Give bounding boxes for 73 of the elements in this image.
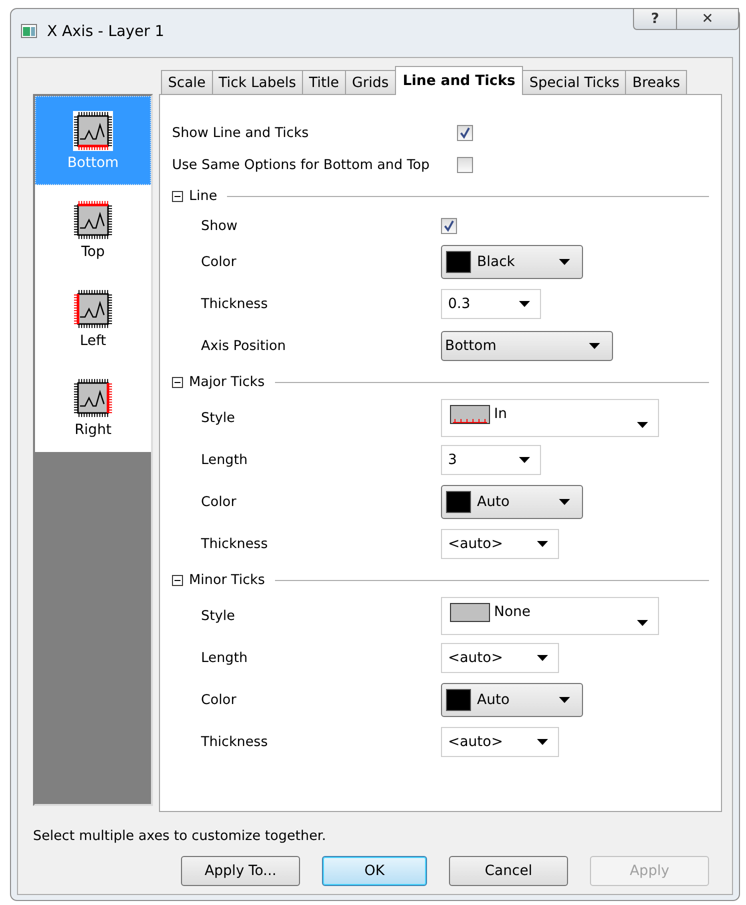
field-label: Color (201, 692, 238, 708)
caret-icon (537, 655, 548, 661)
field-label: Length (201, 650, 249, 666)
axis-chart-icon (73, 378, 113, 418)
axis-label: Right (74, 422, 112, 438)
field-label: Axis Position (201, 338, 287, 354)
tab[interactable]: Special Ticks (522, 70, 626, 94)
field-label: Thickness (201, 296, 269, 312)
color-dropdown[interactable]: Black (441, 245, 583, 279)
window-title: X Axis - Layer 1 (47, 22, 164, 40)
style-dropdown[interactable]: In (441, 399, 659, 437)
tick-style-icon (450, 404, 490, 424)
caret-icon (537, 739, 548, 745)
caret-icon (589, 343, 600, 349)
help-button[interactable]: ? (633, 8, 677, 30)
axis-item[interactable]: Left (35, 274, 151, 363)
dialog-button[interactable]: Cancel (449, 856, 568, 886)
group-title: Major Ticks (189, 374, 265, 390)
caret-icon (537, 541, 548, 547)
combo-box[interactable]: <auto> (441, 529, 559, 559)
tab[interactable]: Grids (345, 70, 396, 94)
tick-style-icon (450, 602, 490, 622)
caret-icon (637, 422, 648, 428)
combo-box[interactable]: 3 (441, 445, 541, 475)
group-title: Line (189, 188, 218, 204)
tab[interactable]: Scale (161, 70, 213, 94)
field-label: Length (201, 452, 249, 468)
caret-icon (519, 457, 530, 463)
checkbox[interactable] (457, 125, 473, 141)
option-label: Use Same Options for Bottom and Top (172, 157, 431, 173)
caret-icon (637, 620, 648, 626)
checkbox[interactable] (441, 218, 457, 234)
tab[interactable]: Breaks (625, 70, 688, 94)
dialog-button[interactable]: OK (322, 856, 427, 886)
caret-icon (559, 259, 570, 265)
axis-chart-icon (73, 200, 113, 240)
style-dropdown[interactable]: None (441, 597, 659, 635)
combo-box[interactable]: <auto> (441, 643, 559, 673)
field-label: Style (201, 410, 236, 426)
field-label: Style (201, 608, 236, 624)
checkbox[interactable] (457, 157, 473, 173)
collapse-icon[interactable] (172, 190, 183, 202)
field-label: Show (201, 218, 238, 234)
tab[interactable]: Title (302, 70, 346, 94)
field-label: Thickness (201, 734, 269, 750)
field-label: Thickness (201, 536, 269, 552)
field-label: Color (201, 254, 238, 270)
window-icon (21, 24, 37, 38)
option-label: Show Line and Ticks (172, 125, 310, 141)
group-title: Minor Ticks (189, 572, 265, 588)
field-label: Color (201, 494, 238, 510)
collapse-icon[interactable] (172, 376, 183, 388)
tab[interactable]: Line and Ticks (394, 66, 524, 95)
axis-label: Left (80, 332, 106, 348)
axis-chart-icon (73, 288, 113, 328)
dropdown[interactable]: Bottom (441, 331, 613, 361)
tab[interactable]: Tick Labels (212, 70, 303, 94)
axis-item[interactable]: Right (35, 363, 151, 452)
collapse-icon[interactable] (172, 574, 183, 586)
color-dropdown[interactable]: Auto (441, 485, 583, 519)
close-button[interactable]: ✕ (677, 8, 739, 30)
axis-label: Top (81, 244, 105, 260)
axis-label: Bottom (67, 154, 119, 170)
dialog-button[interactable]: Apply To... (181, 856, 300, 886)
caret-icon (559, 697, 570, 703)
color-dropdown[interactable]: Auto (441, 683, 583, 717)
caret-icon (519, 301, 530, 307)
axis-item[interactable]: Top (35, 185, 151, 274)
combo-box[interactable]: 0.3 (441, 289, 541, 319)
hint-text: Select multiple axes to customize together. (33, 828, 326, 844)
axis-chart-icon (73, 110, 113, 150)
combo-box[interactable]: <auto> (441, 727, 559, 757)
caret-icon (559, 499, 570, 505)
